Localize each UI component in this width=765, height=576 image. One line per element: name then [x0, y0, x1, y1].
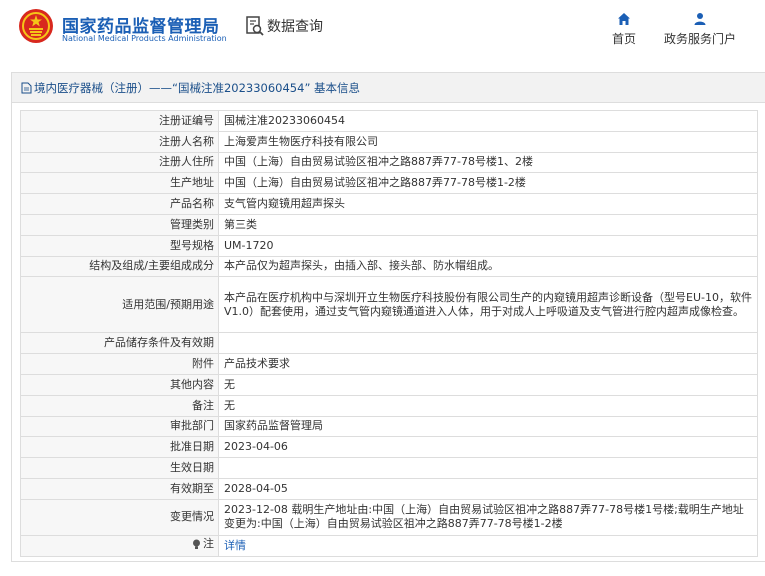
- nav-home-label: 首页: [611, 32, 636, 46]
- field-label: 生产地址: [20, 172, 219, 195]
- field-label: 管理类别: [20, 213, 219, 236]
- national-emblem-icon: [19, 9, 53, 43]
- nav-service-portal[interactable]: 政务服务门户: [660, 12, 740, 47]
- site-name-english: National Medical Products Administration: [62, 34, 227, 43]
- lightbulb-icon: [193, 539, 200, 549]
- field-label: 批准日期: [20, 436, 219, 459]
- table-row: 批准日期 2023-04-06: [20, 436, 758, 459]
- home-icon: [618, 13, 630, 25]
- field-label: 生效日期: [20, 457, 219, 479]
- detail-panel: 境内医疗器械（注册）——“国械注准20233060454” 基本信息 注册证编号…: [11, 72, 765, 562]
- field-value: 无: [218, 394, 758, 417]
- field-value: 2023-04-06: [218, 436, 758, 459]
- panel-title-text: 境内医疗器械（注册）——“国械注准20233060454” 基本信息: [34, 80, 361, 95]
- table-row: 变更情况 2023-12-08 载明生产地址由:中国（上海）自由贸易试验区祖冲之路…: [20, 498, 758, 536]
- nav-service-portal-label: 政务服务门户: [663, 32, 736, 46]
- table-row: 管理类别 第三类: [20, 213, 758, 236]
- table-row: 附件 产品技术要求: [20, 353, 758, 375]
- field-value: 国家药品监督管理局: [218, 415, 758, 438]
- search-document-icon: [246, 16, 264, 36]
- field-label: 适用范围/预期用途: [20, 276, 219, 334]
- field-label: 注: [20, 534, 219, 557]
- table-row: 注册人名称 上海爱声生物医疗科技有限公司: [20, 130, 758, 153]
- table-row: 其他内容无: [20, 373, 758, 396]
- field-value: 国械注准20233060454: [218, 110, 758, 132]
- field-value: 上海爱声生物医疗科技有限公司: [218, 130, 758, 153]
- table-row: 注册人住所 中国（上海）自由贸易试验区祖冲之路887弄77-78号楼1、2楼: [20, 151, 758, 174]
- nav-home[interactable]: 首页: [606, 12, 642, 47]
- data-query-link[interactable]: 数据查询: [245, 15, 323, 37]
- field-value: 本产品仅为超声探头，由插入部、接头部、防水帽组成。: [218, 255, 758, 278]
- table-row: 有效期至 2028-04-05: [20, 477, 758, 500]
- field-value: 中国（上海）自由贸易试验区祖冲之路887弄77-78号楼1、2楼: [218, 151, 758, 174]
- field-value: [218, 332, 758, 355]
- field-value: 支气管内窥镜用超声探头: [218, 193, 758, 215]
- info-table: 注册证编号 国械注准20233060454 注册人名称 上海爱声生物医疗科技有限公司…: [20, 110, 758, 557]
- field-value: 2023-12-08 载明生产地址由:中国（上海）自由贸易试验区祖冲之路887弄…: [218, 498, 758, 536]
- field-label: 注册人住所: [20, 151, 219, 174]
- field-label: 结构及组成/主要组成成分: [20, 255, 219, 278]
- remark-key: 注: [192, 537, 214, 551]
- data-query-label: 数据查询: [267, 19, 323, 35]
- field-label: 注册人名称: [20, 130, 219, 153]
- field-value: UM-1720: [218, 234, 758, 257]
- field-label: 其他内容: [20, 373, 219, 396]
- field-value: 中国（上海）自由贸易试验区祖冲之路887弄77-78号楼1-2楼: [218, 172, 758, 195]
- document-icon: [21, 82, 32, 93]
- table-row: 适用范围/预期用途 本产品在医疗机构中与深圳开立生物医疗科技股份有限公司生产的内窥…: [20, 276, 758, 334]
- table-row: 产品储存条件及有效期: [20, 332, 758, 355]
- table-row: 审批部门 国家药品监督管理局: [20, 415, 758, 438]
- site-header: 国家药品监督管理局 National Medical Products Admi…: [0, 0, 765, 62]
- field-label: 变更情况: [20, 498, 219, 536]
- table-row: 型号规格 UM-1720: [20, 234, 758, 257]
- field-value: 2028-04-05: [218, 477, 758, 500]
- table-row: 注 详情: [20, 534, 758, 557]
- field-label: 备注: [20, 394, 219, 417]
- table-row: 注册证编号 国械注准20233060454: [20, 110, 758, 132]
- table-row: 结构及组成/主要组成成分 本产品仅为超声探头，由插入部、接头部、防水帽组成。: [20, 255, 758, 278]
- field-value: 产品技术要求: [218, 353, 758, 375]
- field-label: 注册证编号: [20, 110, 219, 132]
- remark-label: 注: [203, 537, 214, 551]
- table-row: 备注无: [20, 394, 758, 417]
- field-label: 有效期至: [20, 477, 219, 500]
- field-value: 第三类: [218, 213, 758, 236]
- field-value: 详情: [218, 534, 758, 557]
- user-icon: [694, 13, 706, 25]
- field-label: 附件: [20, 353, 219, 375]
- table-row: 生产地址 中国（上海）自由贸易试验区祖冲之路887弄77-78号楼1-2楼: [20, 172, 758, 195]
- field-value: [218, 457, 758, 479]
- field-label: 型号规格: [20, 234, 219, 257]
- details-link[interactable]: 详情: [224, 539, 246, 552]
- table-row: 生效日期: [20, 457, 758, 479]
- field-value: 本产品在医疗机构中与深圳开立生物医疗科技股份有限公司生产的内窥镜用超声诊断设备（…: [218, 276, 758, 334]
- field-label: 审批部门: [20, 415, 219, 438]
- field-label: 产品名称: [20, 193, 219, 215]
- panel-title: 境内医疗器械（注册）——“国械注准20233060454” 基本信息: [12, 73, 765, 103]
- field-value: 无: [218, 373, 758, 396]
- field-label: 产品储存条件及有效期: [20, 332, 219, 355]
- table-row: 产品名称 支气管内窥镜用超声探头: [20, 193, 758, 215]
